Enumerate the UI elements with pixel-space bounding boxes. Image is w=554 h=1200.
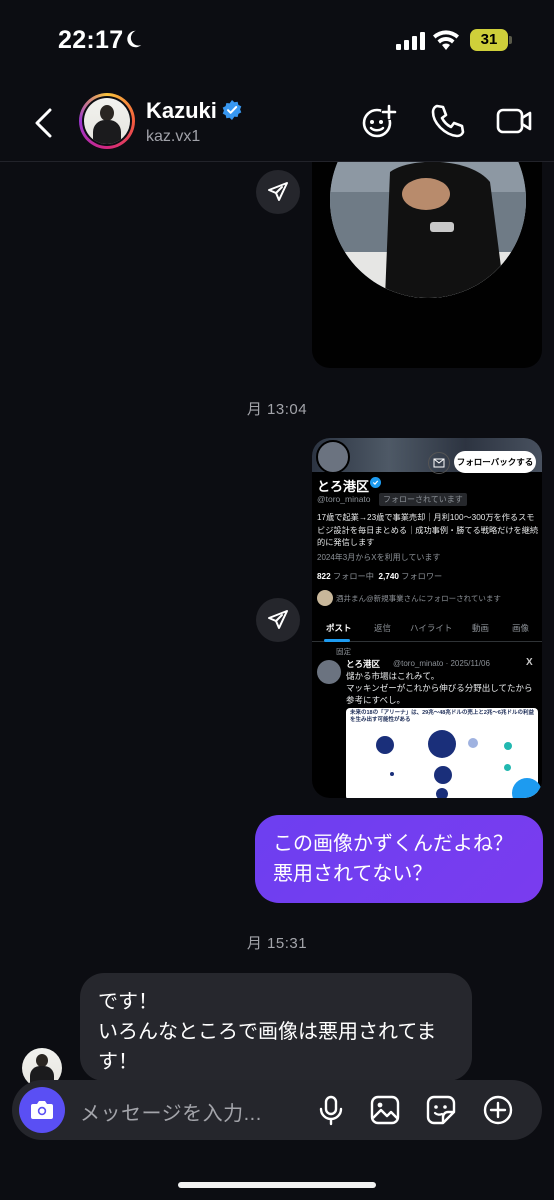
profile-avatar[interactable] [79, 93, 135, 149]
battery-level: 31 [480, 31, 498, 48]
shared-screenshot-message[interactable]: フォローバックする とろ港区 @toro_minato フォローされています 1… [312, 438, 542, 798]
phone-call-icon[interactable] [428, 102, 466, 140]
follow-back-button: フォローバックする [454, 451, 536, 473]
mutual-avatar [317, 590, 333, 606]
following-label: フォロー中 [332, 572, 374, 581]
x-handle: @toro_minato [317, 494, 371, 504]
plus-circle-icon[interactable] [482, 1094, 514, 1126]
message-text: 悪用されてない？ [273, 863, 433, 885]
infographic-title: 未来の18の「アリーナ」は、29兆〜48兆ドルの売上と2兆〜6兆ドルの利益を生み… [350, 710, 534, 723]
infographic-bubble [376, 736, 394, 754]
x-logo-icon: X [526, 657, 533, 668]
verified-badge-icon [370, 477, 381, 488]
x-post-text: 儲かる市場はこれみて。 マッキンゼーがこれから伸びる分野出してたから 参考にすべ… [346, 671, 533, 705]
infographic-bubble [390, 772, 394, 776]
x-display-name: とろ港区 [317, 479, 370, 494]
x-tab-indicator [324, 639, 350, 642]
x-joined-date: 2024年3月からXを利用しています [317, 553, 441, 562]
x-mutual-followers: 酒井まん@新規事業さんにフォローされています [336, 594, 501, 603]
battery-indicator: 31 [470, 29, 508, 51]
share-button[interactable] [256, 170, 300, 214]
infographic-bubble [504, 764, 511, 771]
message-input[interactable]: メッセージを入力... [80, 1097, 262, 1126]
follows-you-badge: フォローされています [379, 493, 467, 506]
x-profile-avatar [316, 440, 350, 474]
x-bio: 17歳で起業→23歳で事業売却｜月利100〜300万を作るスモビジ設計を毎日まと… [317, 513, 539, 547]
x-tab-images: 画像 [512, 623, 530, 633]
sticker-icon[interactable] [425, 1094, 457, 1126]
infographic-bubble [428, 730, 456, 758]
message-text: です！ [98, 991, 158, 1013]
chat-header: Kazuki kaz.vx1 [0, 80, 554, 162]
message-timestamp: 月 13:04 [246, 401, 308, 418]
share-button[interactable] [256, 598, 300, 642]
camera-icon [31, 1101, 53, 1119]
message-text: この画像かずくんだよね？ [273, 833, 513, 855]
battery-tip [509, 36, 512, 44]
x-tab-highlights: ハイライト [410, 623, 453, 633]
contact-username: kaz.vx1 [146, 128, 201, 145]
signal-icon [396, 32, 425, 50]
status-bar: 22:17 31 [0, 0, 554, 80]
verified-badge-icon [222, 100, 242, 120]
send-arrow-icon [268, 182, 288, 201]
mail-icon [428, 452, 450, 474]
effects-sparkle-icon[interactable] [361, 102, 399, 140]
x-follow-stats: 822 フォロー中 2,740 フォロワー [317, 570, 442, 582]
followers-label: フォロワー [401, 572, 443, 581]
wifi-icon [433, 30, 459, 50]
microphone-icon[interactable] [315, 1094, 347, 1126]
message-text: いろんなところで画像は悪用されてま [98, 1021, 437, 1043]
gallery-icon[interactable] [369, 1094, 401, 1126]
x-tab-posts: ポスト [326, 623, 352, 633]
home-indicator [178, 1182, 376, 1188]
infographic-bubble [468, 738, 478, 748]
message-text: す！ [98, 1051, 138, 1073]
shared-photo-message[interactable] [312, 162, 542, 368]
infographic-bubble [434, 766, 452, 784]
x-post-author: とろ港区 [346, 659, 381, 669]
x-post-avatar [317, 660, 341, 684]
contact-name[interactable]: Kazuki [146, 98, 217, 124]
infographic-bubble [504, 742, 512, 750]
x-tab-videos: 動画 [472, 623, 490, 633]
incoming-message-bubble[interactable]: です！ いろんなところで画像は悪用されてま す！ [80, 973, 472, 1081]
back-chevron-icon[interactable] [30, 106, 60, 140]
infographic-bubble [436, 788, 448, 798]
x-post-infographic: 未来の18の「アリーナ」は、29兆〜48兆ドルの売上と2兆〜6兆ドルの利益を生み… [346, 708, 538, 798]
x-pinned-label: 固定 [336, 647, 351, 656]
moon-icon [127, 30, 142, 48]
x-post-meta: @toro_minato · 2025/11/06 [393, 659, 490, 668]
camera-button[interactable] [19, 1087, 65, 1133]
x-tab-replies: 返信 [374, 623, 392, 633]
followers-count: 2,740 [378, 572, 399, 581]
message-composer: メッセージを入力... [12, 1080, 542, 1140]
message-timestamp: 月 15:31 [246, 935, 308, 952]
avatar-photo [84, 98, 130, 144]
status-time: 22:17 [58, 26, 124, 54]
x-profile-tabs: ポスト 返信 ハイライト 動画 画像 [312, 620, 542, 642]
following-count: 822 [317, 572, 331, 581]
outgoing-message-bubble[interactable]: この画像かずくんだよね？ 悪用されてない？ [255, 815, 543, 903]
video-call-icon[interactable] [495, 102, 533, 140]
send-arrow-icon [268, 610, 288, 629]
profile-photo-image [330, 162, 526, 298]
